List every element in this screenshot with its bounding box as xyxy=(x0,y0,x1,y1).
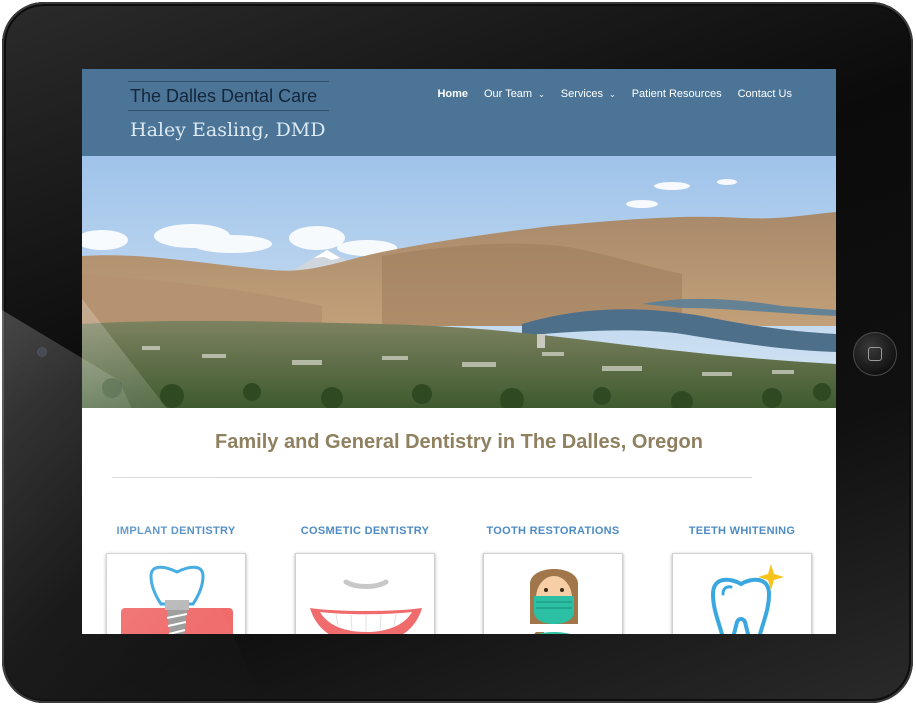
site-title[interactable]: The Dalles Dental Care xyxy=(130,86,317,107)
service-card[interactable] xyxy=(672,553,812,634)
dentist-icon xyxy=(530,569,578,634)
nav-item-contact-us[interactable]: Contact Us xyxy=(738,88,792,100)
nav-item-label: Services xyxy=(560,88,603,100)
sparkling-tooth-icon xyxy=(710,564,784,634)
service-card[interactable] xyxy=(295,553,435,634)
service-tooth-restorations[interactable]: TOOTH RESTORATIONS xyxy=(473,525,633,634)
nav-item-services[interactable]: Services ⌄ xyxy=(561,88,616,100)
chevron-down-icon: ⌄ xyxy=(538,89,545,99)
main-nav: Home Our Team ⌄ Services ⌄ Patient Resou… xyxy=(437,88,792,100)
nav-item-label: Our Team xyxy=(484,88,533,100)
section-divider xyxy=(112,477,752,478)
site-subtitle[interactable]: Haley Easling, DMD xyxy=(130,119,326,141)
nav-item-label: Home xyxy=(437,88,468,100)
home-square-icon xyxy=(868,347,882,361)
smile-icon xyxy=(310,579,422,634)
service-label[interactable]: COSMETIC DENTISTRY xyxy=(285,525,445,537)
page-heading: Family and General Dentistry in The Dall… xyxy=(215,431,703,453)
home-button[interactable] xyxy=(853,332,897,376)
site-header: The Dalles Dental Care Haley Easling, DM… xyxy=(82,69,836,156)
logo-divider xyxy=(128,110,329,111)
service-card[interactable] xyxy=(483,553,623,634)
service-card[interactable] xyxy=(106,553,246,634)
service-label[interactable]: IMPLANT DENTISTRY xyxy=(96,525,256,537)
nav-item-patient-resources[interactable]: Patient Resources xyxy=(632,88,722,100)
service-teeth-whitening[interactable]: TEETH WHITENING xyxy=(662,525,822,634)
hero-landscape-image xyxy=(82,156,836,408)
nav-item-label: Contact Us xyxy=(737,88,792,100)
camera-icon xyxy=(38,348,46,356)
nav-item-label: Patient Resources xyxy=(631,88,722,100)
logo-divider xyxy=(128,81,329,82)
browser-screen: The Dalles Dental Care Haley Easling, DM… xyxy=(82,69,836,634)
dental-implant-icon xyxy=(121,565,233,634)
chevron-down-icon: ⌄ xyxy=(608,89,616,99)
service-cosmetic-dentistry[interactable]: COSMETIC DENTISTRY xyxy=(285,525,445,634)
service-label[interactable]: TEETH WHITENING xyxy=(662,525,822,537)
service-implant-dentistry[interactable]: IMPLANT DENTISTRY xyxy=(96,525,256,634)
nav-item-home[interactable]: Home xyxy=(437,88,468,100)
nav-item-our-team[interactable]: Our Team ⌄ xyxy=(484,88,545,100)
service-label[interactable]: TOOTH RESTORATIONS xyxy=(473,525,633,537)
